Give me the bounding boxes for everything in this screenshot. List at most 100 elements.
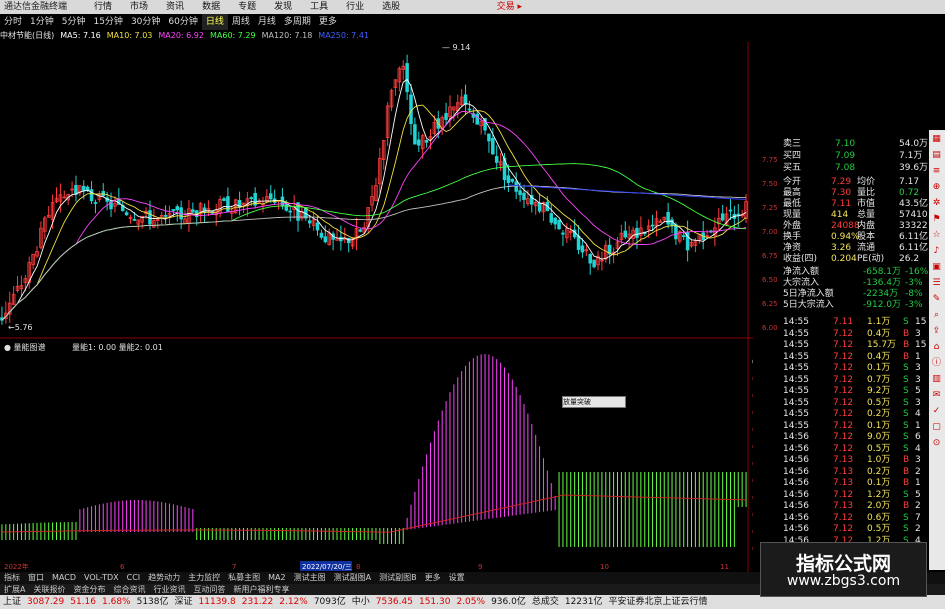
extension-tab-3[interactable]: 综合资讯 — [109, 584, 149, 595]
indicator-title: ● 量能图谱 — [4, 342, 46, 352]
date-marker-label: 2022/07/20/三 — [302, 563, 352, 571]
indicator-tab-10[interactable]: 测试副图A — [330, 572, 375, 584]
indicator-tab-7[interactable]: 私募主图 — [224, 572, 264, 584]
extension-tab-2[interactable]: 资金分布 — [69, 584, 109, 595]
info-icon[interactable]: ⓘ — [931, 358, 942, 369]
candle-body — [409, 94, 413, 125]
tick-time: 14:56 — [783, 443, 809, 454]
menu-item-data[interactable]: 数据 — [193, 0, 229, 14]
search-icon[interactable]: ⌕ — [931, 310, 942, 321]
candle-body — [674, 224, 678, 240]
app-brand: 通达信金融终端 — [4, 2, 68, 12]
chat-icon[interactable]: ✉ — [931, 390, 942, 401]
period-tab-3[interactable]: 15分钟 — [89, 14, 126, 30]
indicator-tab-0[interactable]: 指标 — [0, 572, 24, 584]
tick-time: 14:56 — [783, 478, 809, 488]
tick-volume: 1.0万 — [867, 455, 891, 465]
indicator-tab-5[interactable]: 趋势动力 — [144, 572, 184, 584]
period-tab-2[interactable]: 5分钟 — [58, 14, 90, 30]
period-tab-7[interactable]: 周线 — [228, 14, 254, 30]
indicator-tab-12[interactable]: 更多 — [421, 572, 445, 584]
status-item: 2.05% — [456, 597, 486, 607]
indicator-tab-4[interactable]: CCI — [123, 572, 145, 584]
ma-items: MA5: 7.16 MA10: 7.03 MA20: 6.92 MA60: 7.29 M… — [60, 30, 375, 42]
share-icon[interactable]: ⇪ — [931, 326, 942, 337]
period-tab-10[interactable]: 更多 — [315, 14, 341, 30]
tick-count: 3 — [915, 397, 921, 408]
bell-icon[interactable]: ♪ — [931, 246, 942, 257]
candle-body — [249, 197, 254, 200]
tick-volume: 0.4万 — [867, 351, 891, 362]
period-tab-1[interactable]: 1分钟 — [26, 14, 58, 30]
pin-icon[interactable]: ⊙ — [931, 438, 942, 449]
chart-icon[interactable]: ▤ — [931, 150, 942, 161]
status-item: 上证 — [3, 597, 22, 607]
tick-time: 14:55 — [783, 351, 809, 362]
lock-icon[interactable]: ▢ — [931, 422, 942, 433]
menu-item-markets[interactable]: 市场 — [121, 0, 157, 14]
menu-item-market[interactable]: 行情 — [85, 0, 121, 14]
extension-tab-0[interactable]: 扩展A — [0, 584, 29, 595]
indicator-tab-11[interactable]: 测试副图B — [375, 572, 421, 584]
indicator-tab-2[interactable]: MACD — [48, 572, 80, 584]
candle-body — [132, 218, 137, 221]
candle-body — [487, 133, 491, 142]
watermark-badge: 指标公式网 www.zbgs3.com — [760, 542, 927, 597]
tick-time: 14:56 — [783, 524, 809, 534]
star-icon[interactable]: ☆ — [931, 230, 942, 241]
extension-tab-5[interactable]: 互动问答 — [189, 584, 229, 595]
menu-item-screener[interactable]: 选股 — [373, 0, 409, 14]
tick-volume: 1.1万 — [867, 317, 891, 327]
menu-item-industry[interactable]: 行业 — [337, 0, 373, 14]
menu-item-discover[interactable]: 发现 — [265, 0, 301, 14]
plus-icon[interactable]: ⊕ — [931, 182, 942, 193]
trade-menu[interactable]: 交易 ▸ — [488, 0, 531, 14]
extension-tab-4[interactable]: 行业资讯 — [149, 584, 189, 595]
period-tab-9[interactable]: 多周期 — [280, 14, 315, 30]
indicator-tab-3[interactable]: VOL-TDX — [80, 572, 123, 584]
home-icon[interactable]: ⌂ — [931, 342, 942, 353]
period-tab-8[interactable]: 月线 — [254, 14, 280, 30]
tool-icon[interactable]: ✎ — [931, 294, 942, 305]
extension-tab-1[interactable]: 关联报价 — [29, 584, 69, 595]
indicator-tab-13[interactable]: 设置 — [445, 572, 469, 584]
menu-item-news[interactable]: 资讯 — [157, 0, 193, 14]
status-item: 1.68% — [102, 597, 131, 607]
tick-time: 14:55 — [783, 397, 809, 408]
tick-direction: B — [903, 466, 910, 477]
extension-tab-6[interactable]: 新用户福利专享 — [229, 584, 293, 595]
candle-body — [491, 138, 495, 155]
tick-direction: S — [903, 443, 909, 454]
candle-body — [191, 209, 195, 213]
gear-icon[interactable]: ✲ — [931, 198, 942, 209]
period-tab-0[interactable]: 分时 — [0, 14, 26, 30]
indicator-tab-1[interactable]: 窗口 — [24, 572, 48, 584]
list-icon[interactable]: ≡ — [931, 166, 942, 177]
candle-body — [288, 210, 293, 213]
menu-item-tools[interactable]: 工具 — [301, 0, 337, 14]
menu-icon[interactable]: ☰ — [931, 278, 942, 289]
flag-icon[interactable]: ⚑ — [931, 214, 942, 225]
calendar-icon[interactable]: ▥ — [931, 374, 942, 385]
candle-body — [175, 206, 180, 211]
indicator-tab-9[interactable]: 测试主图 — [290, 572, 330, 584]
indicator-tab-6[interactable]: 主力监控 — [184, 572, 224, 584]
price-chart[interactable]: — 9.14←5.76● 量能图谱量能1: 0.00 量能2: 0.010.03… — [0, 42, 753, 572]
tick-time: 14:56 — [783, 466, 809, 477]
mark-icon[interactable]: ✓ — [931, 406, 942, 417]
tick-direction: S — [903, 524, 909, 534]
tick-count: 15 — [915, 340, 927, 350]
tick-volume: 0.5万 — [867, 443, 891, 454]
grid-icon[interactable]: ▦ — [931, 134, 942, 145]
period-tab-6[interactable]: 日线 — [201, 14, 228, 30]
orderbook-row: 买五 7.08 39.6万 — [753, 162, 929, 174]
tick-count: 1 — [915, 420, 921, 431]
tick-volume: 15.7万 — [867, 340, 897, 350]
period-tab-5[interactable]: 60分钟 — [164, 14, 201, 30]
indicator-tab-8[interactable]: MA2 — [264, 572, 289, 584]
book-icon[interactable]: ▣ — [931, 262, 942, 273]
ma-legend-item: MA120: 7.18 — [261, 31, 313, 40]
period-tab-4[interactable]: 30分钟 — [127, 14, 164, 30]
menu-item-topics[interactable]: 专题 — [229, 0, 265, 14]
candle-body — [405, 63, 409, 93]
